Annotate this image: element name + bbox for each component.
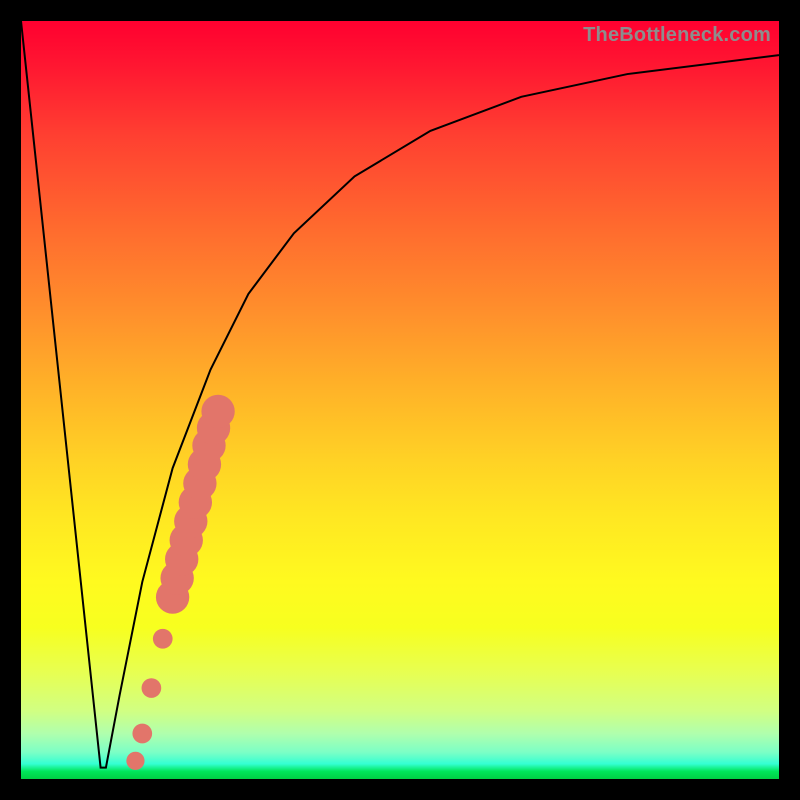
chart-svg	[21, 21, 779, 779]
chart-plot-area: TheBottleneck.com	[21, 21, 779, 779]
curve-group	[21, 21, 779, 768]
data-marker	[142, 678, 162, 698]
data-marker	[126, 752, 144, 770]
data-marker	[132, 724, 152, 744]
bottleneck-curve	[21, 21, 779, 768]
data-marker	[201, 395, 234, 428]
data-marker	[153, 629, 173, 649]
chart-frame: TheBottleneck.com	[0, 0, 800, 800]
